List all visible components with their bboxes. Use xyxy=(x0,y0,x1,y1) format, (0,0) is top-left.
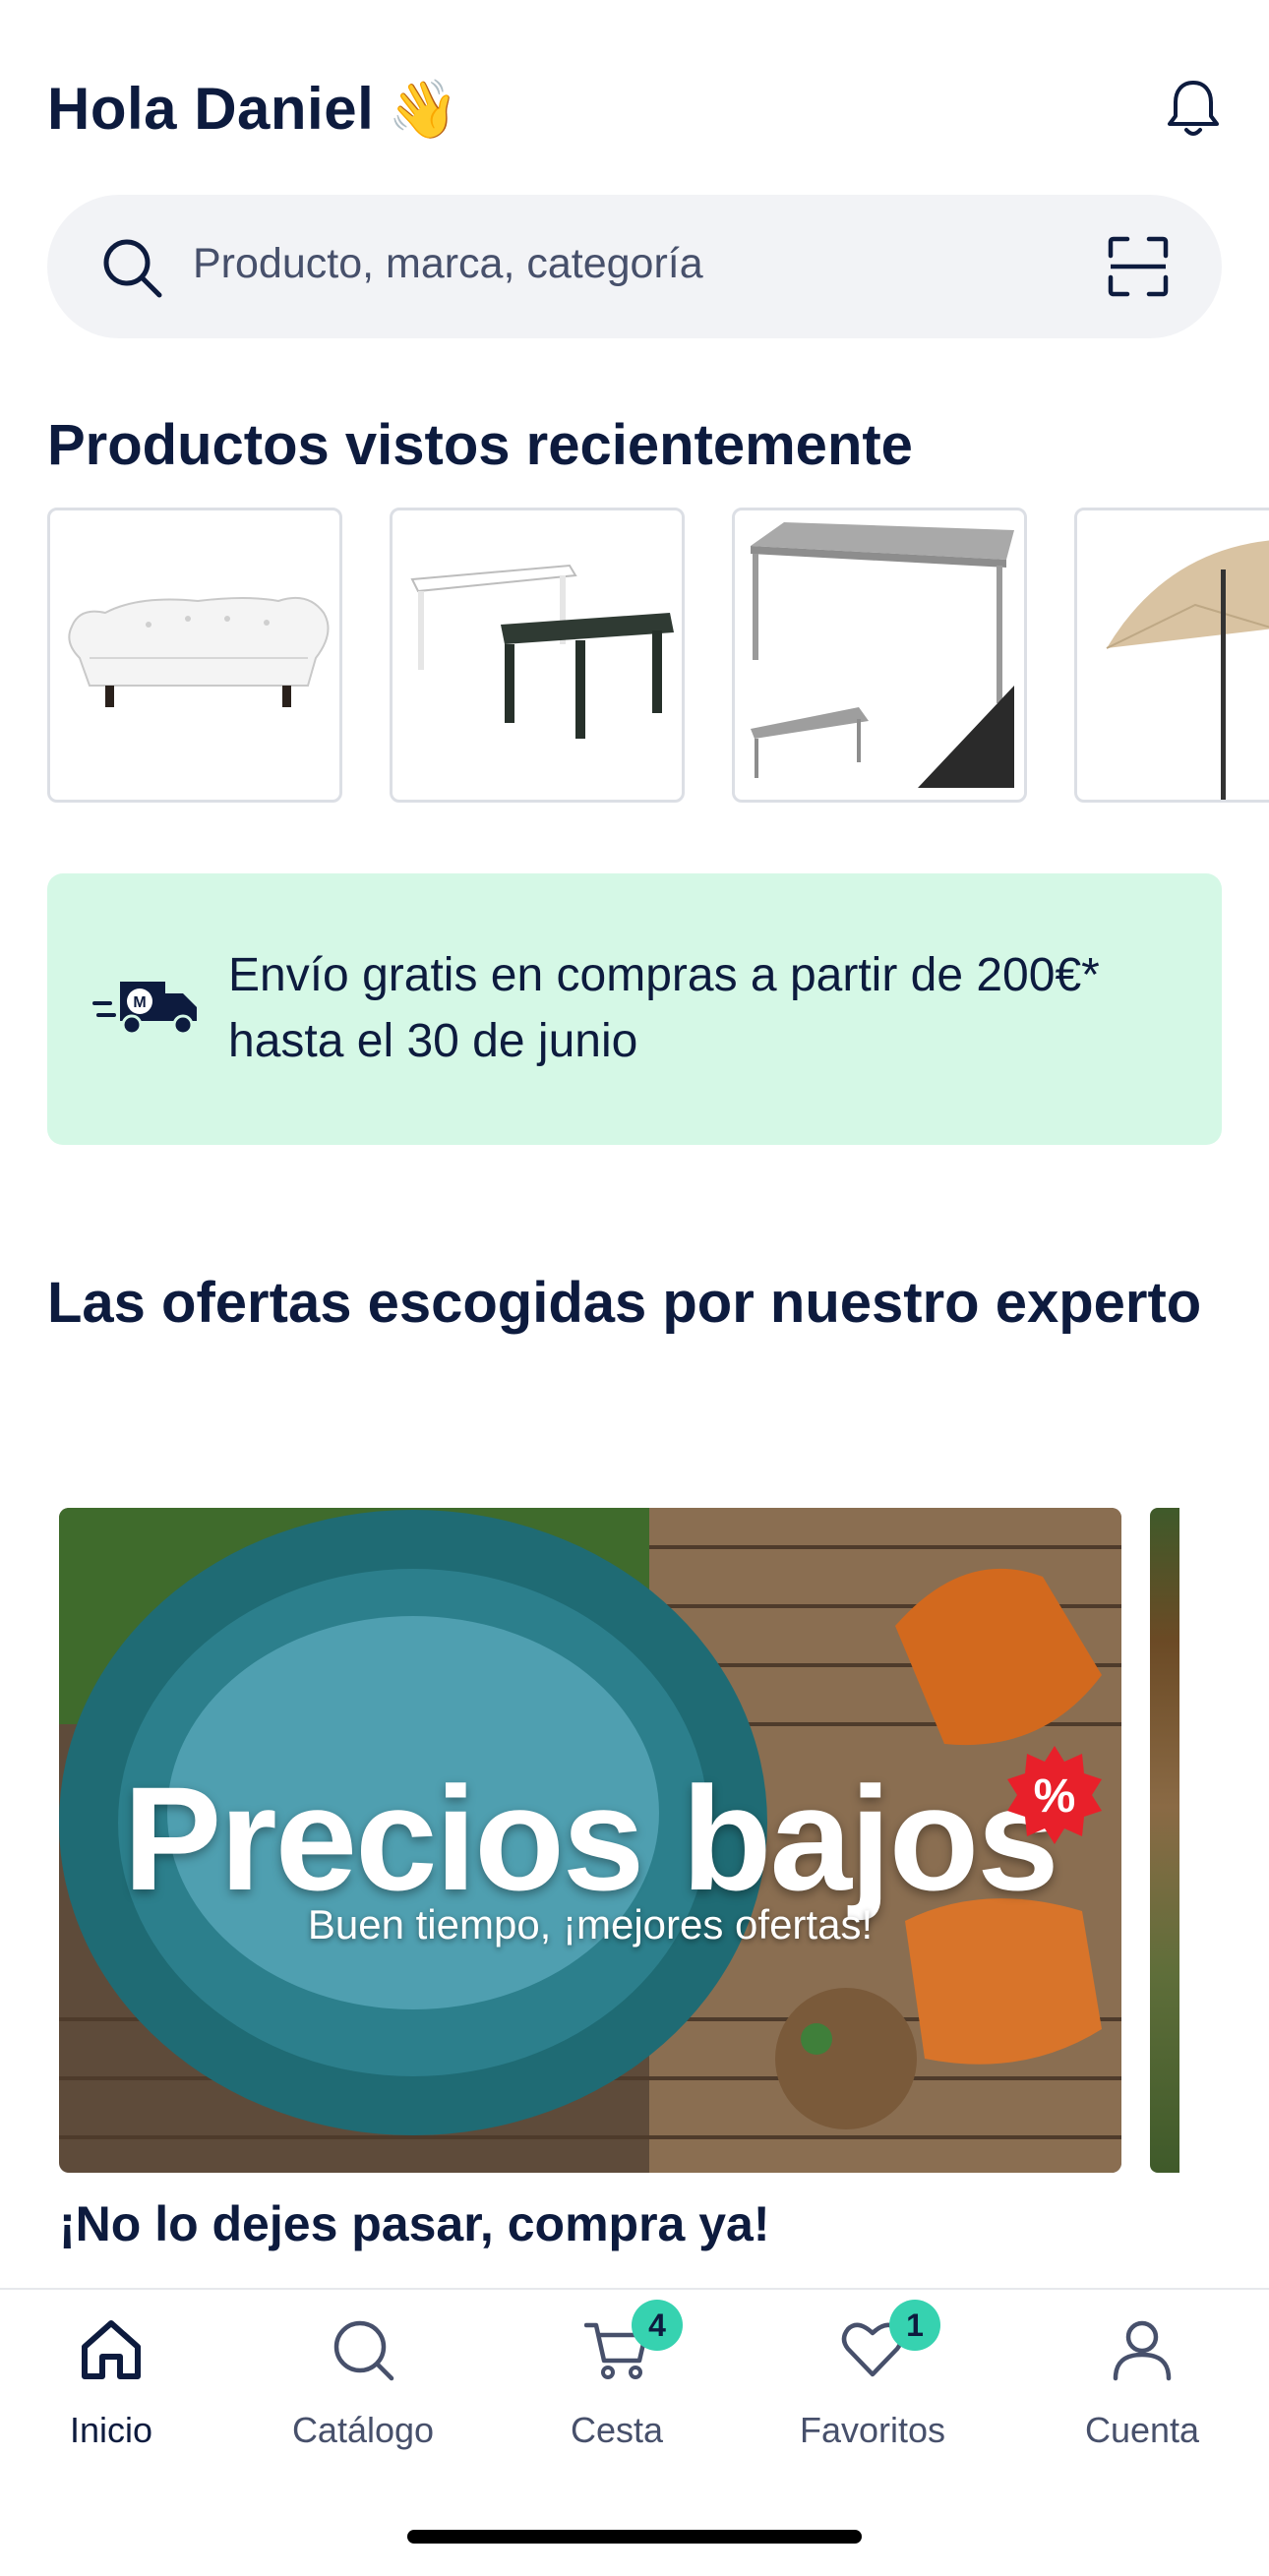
free-shipping-text: Envío gratis en compras a partir de 200€… xyxy=(228,949,1100,1067)
next-offer-banner-peek[interactable] xyxy=(1150,1508,1179,2173)
tab-cesta[interactable]: 4 Cesta xyxy=(490,2290,744,2486)
tab-label: Catálogo xyxy=(291,2410,435,2450)
recent-product-tables[interactable] xyxy=(390,508,685,803)
chaise-longue-image xyxy=(68,597,330,707)
tab-favoritos[interactable]: 1 Favoritos xyxy=(746,2290,999,2486)
offer-caption[interactable]: ¡No lo dejes pasar, compra ya! xyxy=(59,2195,770,2252)
cart-count-badge: 4 xyxy=(632,2300,683,2351)
search-icon xyxy=(103,239,162,298)
discount-badge-text: % xyxy=(1033,1770,1076,1823)
tab-label: Cesta xyxy=(570,2410,664,2450)
greeting: Hola Daniel 👋 xyxy=(47,75,459,144)
banner-subtitle: Buen tiempo, ¡mejores ofertas! xyxy=(307,1901,874,1947)
recent-product-table-grey[interactable] xyxy=(732,508,1027,803)
parasol-image xyxy=(1106,540,1269,800)
tab-cuenta[interactable]: Cuenta xyxy=(1015,2290,1269,2486)
recent-product-parasol[interactable] xyxy=(1074,508,1269,803)
home-icon xyxy=(82,2320,141,2379)
wave-emoji: 👋 xyxy=(388,78,459,142)
free-shipping-banner[interactable]: M Envío gratis en compras a partir de 20… xyxy=(47,873,1222,1145)
bell-icon[interactable] xyxy=(1165,77,1222,140)
banner-title: Precios bajos xyxy=(123,1756,1058,1921)
header: Hola Daniel 👋 xyxy=(47,69,1222,148)
truck-logo-letter: M xyxy=(133,994,146,1011)
tab-label: Cuenta xyxy=(1084,2410,1200,2450)
discount-badge: % xyxy=(1003,1744,1106,1846)
barcode-scan-icon[interactable] xyxy=(1108,236,1169,297)
delivery-truck-icon: M xyxy=(92,982,197,1036)
home-indicator[interactable] xyxy=(407,2530,862,2544)
offer-banner[interactable]: Precios bajos Buen tiempo, ¡mejores ofer… xyxy=(59,1508,1121,2173)
greeting-text: Hola Daniel xyxy=(47,76,375,142)
search-placeholder[interactable]: Producto, marca, categoría xyxy=(193,240,703,288)
garden-tables-image xyxy=(410,564,674,739)
tab-inicio[interactable]: Inicio xyxy=(0,2290,238,2486)
grey-table-image xyxy=(751,522,1014,788)
offers-title: Las ofertas escogidas por nuestro expert… xyxy=(47,1271,1202,1335)
recent-products-carousel[interactable] xyxy=(47,508,1269,803)
favorites-count-badge: 1 xyxy=(889,2300,940,2351)
tab-label: Favoritos xyxy=(799,2410,946,2450)
recent-title: Productos vistos recientemente xyxy=(47,413,913,477)
tab-catalogo[interactable]: Catálogo xyxy=(236,2290,490,2486)
search-bar[interactable]: Producto, marca, categoría xyxy=(47,195,1222,338)
search-icon xyxy=(333,2320,394,2381)
tab-label: Inicio xyxy=(69,2410,153,2450)
recent-product-sofa[interactable] xyxy=(47,508,342,803)
user-icon xyxy=(1113,2320,1172,2381)
